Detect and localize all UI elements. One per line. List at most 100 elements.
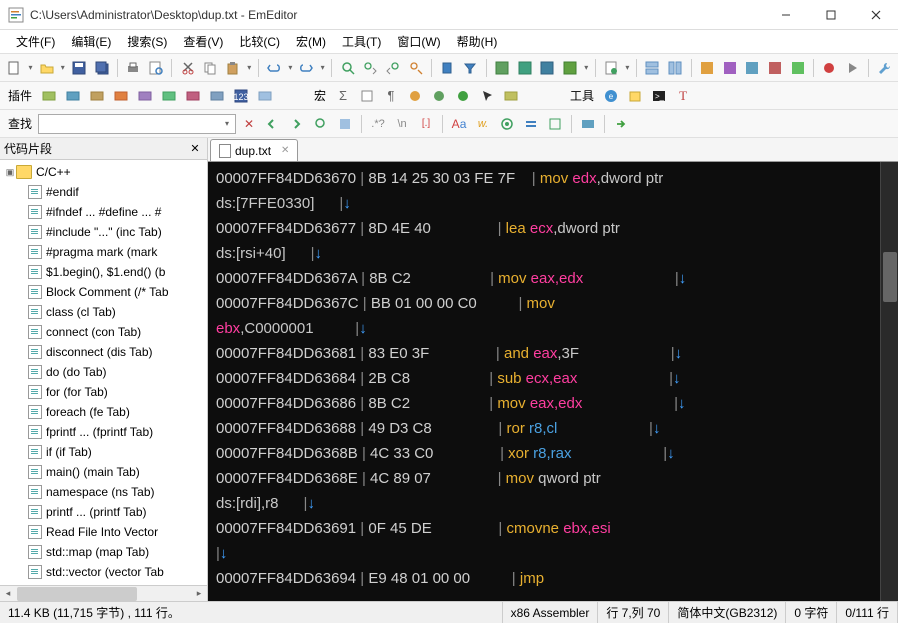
close-button[interactable] <box>853 0 898 30</box>
editor-vscroll[interactable] <box>880 162 898 601</box>
browser-icon[interactable]: e <box>600 85 622 107</box>
code-line[interactable]: ds:[rdi],r8 |↓ <box>216 491 872 516</box>
dropdown-icon[interactable]: ▾ <box>287 63 294 72</box>
escape-icon[interactable]: \n <box>391 113 413 135</box>
tab-close-icon[interactable]: ✕ <box>281 145 289 156</box>
new-icon[interactable] <box>4 57 25 79</box>
menu-view[interactable]: 查看(V) <box>175 31 231 52</box>
plugin-icon[interactable] <box>404 85 426 107</box>
sigma-icon[interactable]: Σ <box>332 85 354 107</box>
snippets-tree[interactable]: ▣ C/C++ #endif#ifndef ... #define ... ##… <box>0 160 207 585</box>
wrap-icon[interactable] <box>492 57 513 79</box>
search-opt-icon[interactable] <box>310 113 332 135</box>
plugin-icon[interactable] <box>38 85 60 107</box>
print-preview-icon[interactable] <box>146 57 167 79</box>
tree-item[interactable]: #pragma mark (mark <box>0 242 207 262</box>
tree-item[interactable]: foreach (fe Tab) <box>0 402 207 422</box>
redo-icon[interactable] <box>296 57 317 79</box>
menu-file[interactable]: 文件(F) <box>8 31 63 52</box>
explorer-icon[interactable] <box>624 85 646 107</box>
cut-icon[interactable] <box>177 57 198 79</box>
code-line[interactable]: 00007FF84DD63681 | 83 E0 3F | and eax,3F… <box>216 341 872 366</box>
tree-folder[interactable]: ▣ C/C++ <box>0 162 207 182</box>
pilcrow-icon[interactable]: ¶ <box>380 85 402 107</box>
split-h-icon[interactable] <box>642 57 663 79</box>
tree-item[interactable]: class (cl Tab) <box>0 302 207 322</box>
find-prev-icon[interactable] <box>383 57 404 79</box>
plugin-icon[interactable] <box>206 85 228 107</box>
case-icon[interactable]: Aa <box>448 113 470 135</box>
search-next-icon[interactable] <box>286 113 308 135</box>
search-opt-icon[interactable] <box>334 113 356 135</box>
search-input[interactable] <box>43 117 223 131</box>
whole-word-icon[interactable]: w. <box>472 113 494 135</box>
tree-item[interactable]: Block Comment (/* Tab <box>0 282 207 302</box>
code-line[interactable]: 00007FF84DD63670 | 8B 14 25 30 03 FE 7F … <box>216 166 872 191</box>
search-close-icon[interactable]: ✕ <box>238 113 260 135</box>
tree-item[interactable]: if (if Tab) <box>0 442 207 462</box>
menu-search[interactable]: 搜索(S) <box>119 31 175 52</box>
dropdown-icon[interactable]: ▾ <box>27 63 34 72</box>
play-icon[interactable] <box>842 57 863 79</box>
tree-item[interactable]: namespace (ns Tab) <box>0 482 207 502</box>
paste-icon[interactable] <box>223 57 244 79</box>
panel-close-button[interactable]: ✕ <box>187 141 203 157</box>
search-opt-icon[interactable] <box>577 113 599 135</box>
dropdown-icon[interactable]: ▾ <box>319 63 326 72</box>
dropdown-icon[interactable]: ▾ <box>582 63 589 72</box>
code-line[interactable]: 00007FF84DD63686 | 8B C2 | mov eax,edx |… <box>216 391 872 416</box>
scroll-left-icon[interactable]: ◂ <box>0 586 16 601</box>
dropdown-icon[interactable]: ▾ <box>245 63 252 72</box>
menu-help[interactable]: 帮助(H) <box>449 31 506 52</box>
tree-item[interactable]: for (for Tab) <box>0 382 207 402</box>
tools3-icon[interactable] <box>742 57 763 79</box>
tree-item[interactable]: std::map (map Tab) <box>0 542 207 562</box>
bookmark-icon[interactable] <box>437 57 458 79</box>
tree-item[interactable]: main() (main Tab) <box>0 462 207 482</box>
replace-icon[interactable] <box>405 57 426 79</box>
search-opt-icon[interactable] <box>496 113 518 135</box>
dsv-icon[interactable] <box>560 57 581 79</box>
menu-edit[interactable]: 编辑(E) <box>63 31 119 52</box>
plugin-icon[interactable] <box>182 85 204 107</box>
code-line[interactable]: 00007FF84DD63684 | 2B C8 | sub ecx,eax |… <box>216 366 872 391</box>
code-line[interactable]: ds:[rsi+40] |↓ <box>216 241 872 266</box>
word-icon[interactable]: [.] <box>415 113 437 135</box>
tree-item[interactable]: Read File Into Vector <box>0 522 207 542</box>
code-line[interactable]: 00007FF84DD6367C | BB 01 00 00 C0 | mov <box>216 291 872 316</box>
tree-item[interactable]: fprintf ... (fprintf Tab) <box>0 422 207 442</box>
tree-item[interactable]: $1.begin(), $1.end() (b <box>0 262 207 282</box>
tree-item[interactable]: #ifndef ... #define ... # <box>0 202 207 222</box>
plugin-icon[interactable] <box>134 85 156 107</box>
plugin-icon[interactable] <box>254 85 276 107</box>
scroll-thumb[interactable] <box>17 587 137 601</box>
undo-icon[interactable] <box>264 57 285 79</box>
tree-item[interactable]: connect (con Tab) <box>0 322 207 342</box>
print-icon[interactable] <box>123 57 144 79</box>
code-line[interactable]: 00007FF84DD63688 | 49 D3 C8 | ror r8,cl … <box>216 416 872 441</box>
cursor-icon[interactable] <box>476 85 498 107</box>
search-opt-icon[interactable] <box>520 113 542 135</box>
minimize-button[interactable] <box>763 0 808 30</box>
search-input-wrapper[interactable]: ▾ <box>38 114 236 134</box>
tab-active[interactable]: dup.txt ✕ <box>210 139 298 161</box>
status-encoding[interactable]: 简体中文(GB2312) <box>669 602 786 623</box>
plugin-icon[interactable] <box>356 85 378 107</box>
tools4-icon[interactable] <box>765 57 786 79</box>
tools5-icon[interactable] <box>787 57 808 79</box>
copy-icon[interactable] <box>200 57 221 79</box>
tree-item[interactable]: std::vector (vector Tab <box>0 562 207 582</box>
panel-hscroll[interactable]: ◂ ▸ <box>0 585 207 601</box>
code-line[interactable]: 00007FF84DD63694 | E9 48 01 00 00 | jmp <box>216 566 872 591</box>
plugin-icon[interactable] <box>158 85 180 107</box>
menu-macro[interactable]: 宏(M) <box>288 31 334 52</box>
dropdown-icon[interactable]: ▾ <box>624 63 631 72</box>
regex-icon[interactable]: .*? <box>367 113 389 135</box>
filter-icon[interactable] <box>460 57 481 79</box>
terminal-icon[interactable]: >_ <box>648 85 670 107</box>
find-next-icon[interactable] <box>360 57 381 79</box>
record-icon[interactable] <box>819 57 840 79</box>
search-opt-icon[interactable] <box>544 113 566 135</box>
tree-item[interactable]: #include "..." (inc Tab) <box>0 222 207 242</box>
go-icon[interactable] <box>610 113 632 135</box>
